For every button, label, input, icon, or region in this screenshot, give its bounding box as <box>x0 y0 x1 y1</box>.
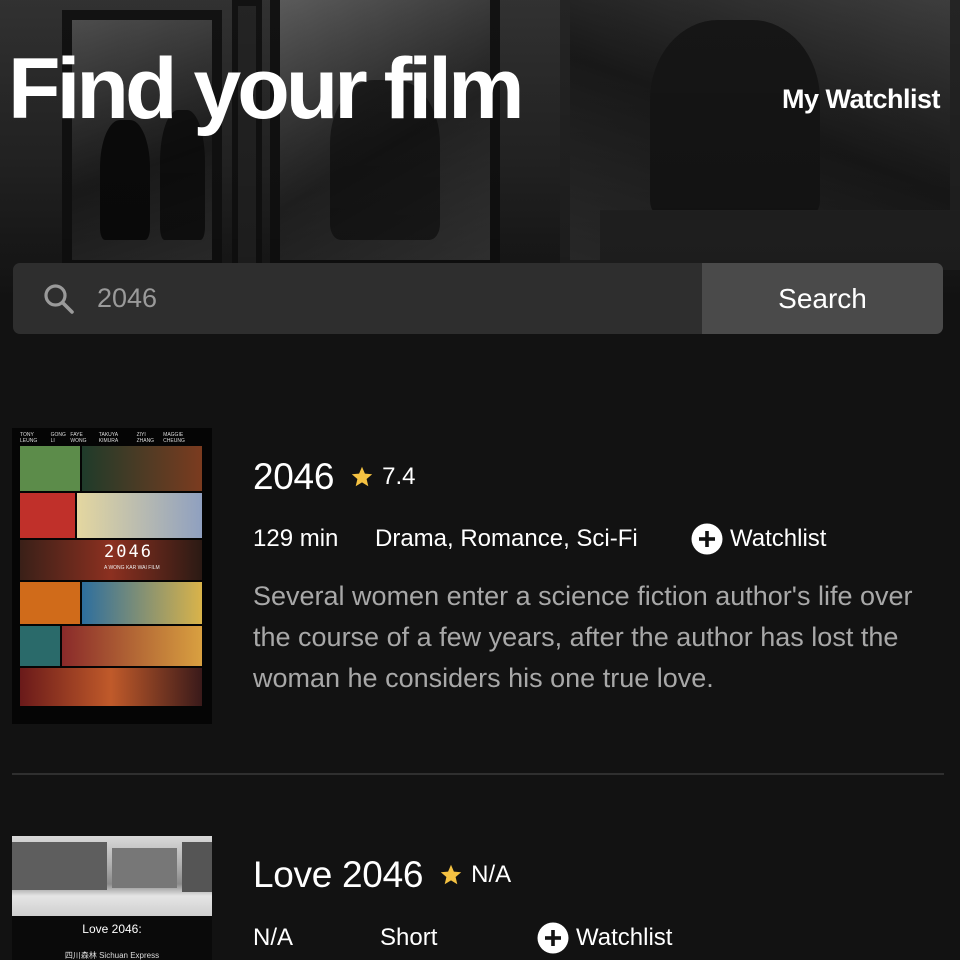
search-field <box>13 263 702 334</box>
movie-title[interactable]: 2046 <box>253 456 334 498</box>
watchlist-label: Watchlist <box>576 924 673 951</box>
result-item: TONY LEUNG GONG LI FAYE WONG TAKUYA KIMU… <box>0 428 960 728</box>
movie-runtime: 129 min <box>253 525 339 552</box>
movie-plot: Several women enter a science fiction au… <box>253 581 913 693</box>
search-button[interactable]: Search <box>702 263 943 334</box>
hero-banner: Find your film My Watchlist <box>0 0 960 298</box>
movie-poster[interactable]: Love 2046: 四川森林 Sichuan Express <box>12 836 212 960</box>
star-icon <box>350 465 374 489</box>
add-to-watchlist-button[interactable]: Watchlist <box>691 523 826 555</box>
movie-rating: 7.4 <box>382 463 416 490</box>
my-watchlist-link[interactable]: My Watchlist <box>782 84 941 115</box>
title-row: 2046 7.4 <box>253 456 416 498</box>
meta-row: N/A Short Watchlist <box>253 922 672 954</box>
meta-row: 129 min Drama, Romance, Sci-Fi Watchlist <box>253 523 826 555</box>
result-item: Love 2046: 四川森林 Sichuan Express Love 204… <box>0 836 960 960</box>
divider <box>12 773 944 775</box>
movie-genres: Short <box>380 924 438 951</box>
page-title: Find your film <box>8 41 525 137</box>
star-icon <box>439 863 463 887</box>
movie-rating: N/A <box>471 861 512 888</box>
movie-runtime: N/A <box>253 924 294 951</box>
add-to-watchlist-button[interactable]: Watchlist <box>537 922 672 954</box>
movie-title[interactable]: Love 2046 <box>253 854 423 896</box>
watchlist-label: Watchlist <box>730 525 827 552</box>
movie-poster[interactable]: TONY LEUNG GONG LI FAYE WONG TAKUYA KIMU… <box>12 428 212 724</box>
search-bar: Search <box>13 263 943 334</box>
search-input[interactable] <box>95 282 702 315</box>
movie-genres: Drama, Romance, Sci-Fi <box>375 525 638 552</box>
search-icon <box>41 281 77 317</box>
plus-circle-icon <box>691 523 723 555</box>
plus-circle-icon <box>537 922 569 954</box>
title-row: Love 2046 N/A <box>253 854 511 896</box>
